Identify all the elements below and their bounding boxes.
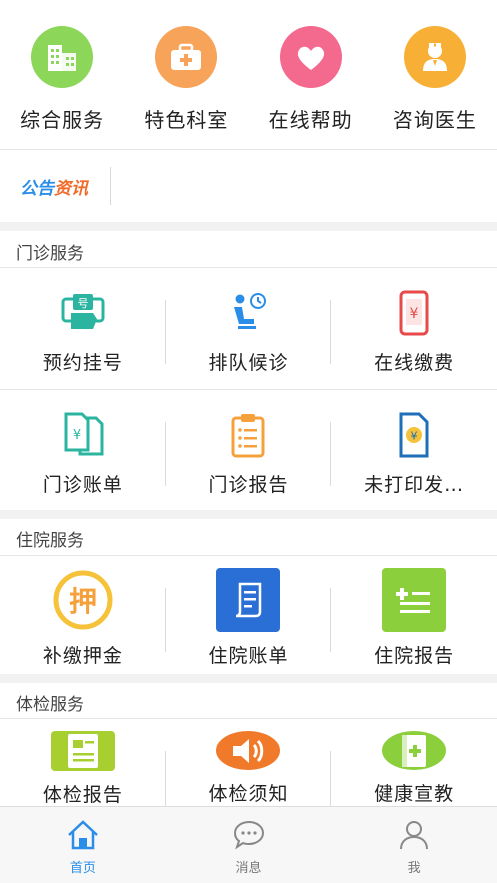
checkup-row: 体检报告 体检须知 健康宣教 bbox=[0, 719, 497, 806]
report-list-icon bbox=[382, 568, 447, 632]
tab-messages[interactable]: 消息 bbox=[166, 807, 332, 883]
deposit-icon: 押 bbox=[51, 568, 115, 632]
service-checkup-notice[interactable]: 体检须知 bbox=[166, 719, 332, 806]
building-icon bbox=[31, 26, 94, 88]
speaker-icon bbox=[216, 731, 281, 770]
quick-action-label: 特色科室 bbox=[144, 108, 229, 132]
tab-label: 我 bbox=[407, 861, 421, 876]
quick-action-comprehensive-service[interactable]: 综合服务 bbox=[0, 0, 124, 150]
scroll-bill-icon bbox=[216, 568, 281, 632]
checkup-report-icon bbox=[50, 731, 115, 771]
service-label: 住院账单 bbox=[208, 645, 289, 667]
service-appointment-registration[interactable]: 号 预约挂号 bbox=[0, 268, 166, 389]
service-label: 健康宣教 bbox=[374, 783, 455, 805]
service-health-education[interactable]: 健康宣教 bbox=[331, 719, 497, 806]
service-label: 预约挂号 bbox=[42, 352, 123, 374]
notice-separator bbox=[110, 167, 111, 205]
quick-action-label: 咨询医生 bbox=[392, 108, 477, 132]
tab-label: 首页 bbox=[69, 861, 96, 876]
service-queue-waiting[interactable]: 排队候诊 bbox=[166, 268, 332, 389]
notice-label-part1: 公告 bbox=[20, 178, 54, 199]
home-icon bbox=[67, 820, 98, 850]
service-label: 门诊账单 bbox=[42, 474, 123, 496]
svg-text:¥: ¥ bbox=[411, 430, 418, 443]
invoice-icon: ¥ bbox=[386, 412, 442, 458]
section-title-outpatient: 门诊服务 bbox=[16, 244, 84, 264]
section-gap bbox=[0, 222, 497, 231]
message-icon bbox=[233, 820, 264, 850]
notice-bar[interactable]: 公告资讯 bbox=[0, 150, 497, 222]
tab-home[interactable]: 首页 bbox=[0, 807, 166, 883]
svg-text:¥: ¥ bbox=[73, 428, 81, 443]
svg-text:号: 号 bbox=[77, 297, 88, 310]
service-inpatient-bill[interactable]: 住院账单 bbox=[166, 556, 332, 674]
notice-label-part2: 资讯 bbox=[54, 178, 88, 199]
service-outpatient-bill[interactable]: ¥ 门诊账单 bbox=[0, 390, 166, 510]
section-title-checkup: 体检服务 bbox=[16, 695, 84, 715]
quick-actions: 综合服务 特色科室 在线帮助 咨询医生 bbox=[0, 0, 497, 150]
health-book-icon bbox=[382, 731, 447, 770]
service-label: 在线缴费 bbox=[374, 352, 455, 374]
service-label: 补缴押金 bbox=[42, 645, 123, 667]
service-label: 门诊报告 bbox=[208, 474, 289, 496]
quick-action-online-help[interactable]: 在线帮助 bbox=[249, 0, 373, 150]
quick-action-featured-departments[interactable]: 特色科室 bbox=[124, 0, 248, 150]
user-icon bbox=[400, 821, 429, 850]
service-label: 排队候诊 bbox=[208, 352, 289, 374]
svg-text:押: 押 bbox=[69, 585, 97, 618]
service-label: 体检须知 bbox=[208, 783, 289, 805]
bill-documents-icon: ¥ bbox=[55, 412, 111, 458]
section-gap bbox=[0, 674, 497, 683]
tab-label: 消息 bbox=[235, 861, 262, 876]
section-gap bbox=[0, 510, 497, 519]
inpatient-row: 押 补缴押金 住院账单 住院报告 bbox=[0, 556, 497, 674]
service-inpatient-report[interactable]: 住院报告 bbox=[331, 556, 497, 674]
doctor-icon bbox=[403, 26, 466, 88]
service-outpatient-report[interactable]: 门诊报告 bbox=[166, 390, 332, 510]
tab-me[interactable]: 我 bbox=[331, 807, 497, 883]
service-deposit-payment[interactable]: 押 补缴押金 bbox=[0, 556, 166, 674]
section-title-inpatient: 住院服务 bbox=[16, 531, 84, 551]
clipboard-report-icon bbox=[220, 412, 276, 458]
bottom-tab-bar: 首页 消息 我 bbox=[0, 806, 497, 883]
quick-action-label: 在线帮助 bbox=[268, 108, 353, 132]
quick-action-consult-doctor[interactable]: 咨询医生 bbox=[373, 0, 497, 150]
medical-kit-icon bbox=[155, 26, 218, 88]
register-hand-icon: 号 bbox=[55, 290, 111, 336]
service-label: 未打印发… bbox=[364, 474, 465, 496]
quick-action-label: 综合服务 bbox=[20, 108, 105, 132]
outpatient-row-1: 号 预约挂号 排队候诊 ¥ 在线缴费 bbox=[0, 268, 497, 389]
service-label: 体检报告 bbox=[42, 784, 123, 806]
service-label: 住院报告 bbox=[374, 645, 455, 667]
notice-label: 公告资讯 bbox=[20, 174, 88, 199]
heart-icon bbox=[279, 26, 342, 88]
service-unprinted-invoice[interactable]: ¥ 未打印发… bbox=[331, 390, 497, 510]
mobile-payment-icon: ¥ bbox=[386, 290, 442, 336]
outpatient-row-2: ¥ 门诊账单 门诊报告 ¥ 未打印发… bbox=[0, 390, 497, 510]
waiting-queue-icon bbox=[220, 290, 276, 336]
svg-text:¥: ¥ bbox=[410, 306, 419, 322]
service-checkup-report[interactable]: 体检报告 bbox=[0, 719, 166, 806]
service-online-payment[interactable]: ¥ 在线缴费 bbox=[331, 268, 497, 389]
